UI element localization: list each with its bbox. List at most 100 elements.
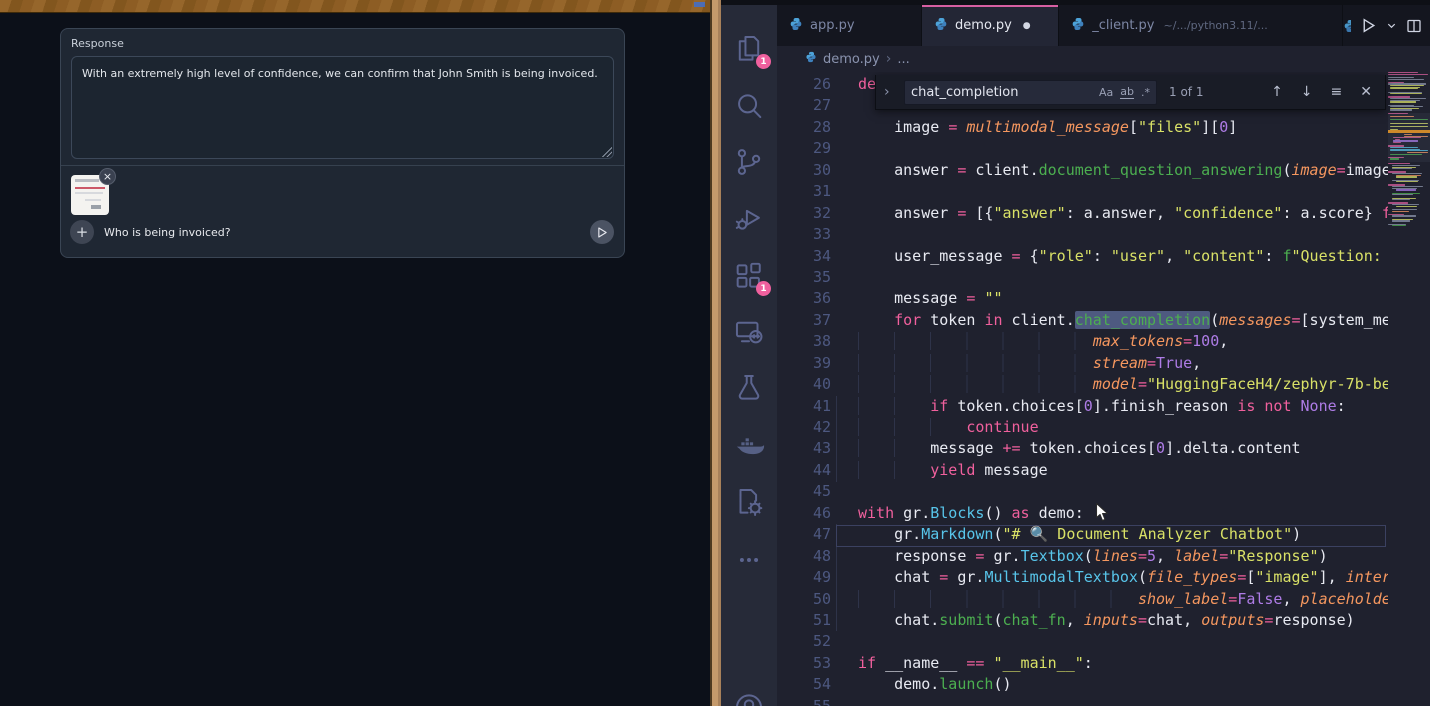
code-line[interactable]: 44 yield message	[777, 460, 1388, 481]
remove-attachment-button[interactable]: ×	[99, 168, 116, 185]
tab-client-py[interactable]: _client.py ~/.../python3.11/...	[1059, 5, 1343, 46]
sidebar-item-run-debug[interactable]	[732, 201, 766, 235]
line-number[interactable]: 42	[777, 417, 831, 438]
code-line[interactable]: 38 max_tokens=100,	[777, 331, 1388, 352]
code-line[interactable]: 39 stream=True,	[777, 353, 1388, 374]
code-line[interactable]: 43 message += token.choices[0].delta.con…	[777, 438, 1388, 459]
sidebar-item-task-runner[interactable]	[732, 485, 766, 519]
code-line[interactable]: 35	[777, 267, 1388, 288]
code-editor[interactable]: 26def chat_fn(multimodal_message):2728 i…	[777, 72, 1430, 706]
line-number[interactable]: 31	[777, 181, 831, 202]
line-number[interactable]: 37	[777, 310, 831, 331]
find-next-button[interactable]: ↓	[1296, 84, 1318, 100]
code-text: stream=True,	[831, 353, 1201, 374]
sidebar-item-account[interactable]	[732, 689, 766, 706]
line-number[interactable]: 55	[777, 696, 831, 706]
line-number[interactable]: 45	[777, 481, 831, 502]
response-textarea[interactable]: With an extremely high level of confiden…	[71, 56, 614, 159]
send-button[interactable]	[590, 220, 614, 244]
line-number[interactable]: 26	[777, 74, 831, 95]
line-number[interactable]: 41	[777, 396, 831, 417]
code-line[interactable]: 51 chat.submit(chat_fn, inputs=chat, out…	[777, 610, 1388, 631]
editor-actions	[1343, 5, 1430, 46]
code-line[interactable]: 48 response = gr.Textbox(lines=5, label=…	[777, 546, 1388, 567]
code-line[interactable]: 53if __name__ == "__main__":	[777, 653, 1388, 674]
tab-app-py[interactable]: app.py	[777, 5, 922, 46]
code-line[interactable]: 36 message = ""	[777, 288, 1388, 309]
line-number[interactable]: 39	[777, 353, 831, 374]
sidebar-item-more[interactable]	[732, 543, 766, 577]
line-number[interactable]: 47	[777, 524, 831, 545]
line-number[interactable]: 27	[777, 95, 831, 116]
code-line[interactable]: 54 demo.launch()	[777, 674, 1388, 695]
chat-message-input[interactable]	[104, 220, 534, 244]
line-number[interactable]: 34	[777, 246, 831, 267]
find-input[interactable]	[911, 85, 1092, 100]
code-line[interactable]: 30 answer = client.document_question_ans…	[777, 160, 1388, 181]
code-line[interactable]: 31	[777, 181, 1388, 202]
find-previous-button[interactable]: ↑	[1266, 84, 1288, 100]
line-number[interactable]: 51	[777, 610, 831, 631]
find-expand-chevron-icon[interactable]: ›	[884, 84, 896, 100]
code-line[interactable]: 45	[777, 481, 1388, 502]
line-number[interactable]: 54	[777, 674, 831, 695]
sidebar-item-source-control[interactable]	[732, 145, 766, 179]
add-file-button[interactable]: +	[70, 220, 94, 244]
code-line[interactable]: 47 gr.Markdown("# 🔍 Document Analyzer Ch…	[777, 524, 1388, 545]
sidebar-item-docker[interactable]	[732, 429, 766, 463]
line-number[interactable]: 50	[777, 589, 831, 610]
line-number[interactable]: 38	[777, 331, 831, 352]
line-number[interactable]: 49	[777, 567, 831, 588]
file-gear-icon	[732, 485, 766, 519]
line-number[interactable]: 46	[777, 503, 831, 524]
code-line[interactable]: 37 for token in client.chat_completion(m…	[777, 310, 1388, 331]
line-number[interactable]: 30	[777, 160, 831, 181]
line-number[interactable]: 44	[777, 460, 831, 481]
sidebar-item-extensions[interactable]: 1	[732, 259, 766, 293]
whole-word-toggle[interactable]: ab	[1120, 85, 1134, 99]
line-number[interactable]: 48	[777, 546, 831, 567]
code-line[interactable]: 49 chat = gr.MultimodalTextbox(file_type…	[777, 567, 1388, 588]
code-line[interactable]: 29	[777, 138, 1388, 159]
line-number[interactable]: 36	[777, 288, 831, 309]
line-number[interactable]: 40	[777, 374, 831, 395]
tab-demo-py[interactable]: demo.py ●	[922, 5, 1059, 46]
line-number[interactable]: 52	[777, 631, 831, 652]
find-in-selection-button[interactable]: ≡	[1326, 84, 1348, 100]
code-line[interactable]: 46with gr.Blocks() as demo:	[777, 503, 1388, 524]
code-line[interactable]: 28 image = multimodal_message["files"][0…	[777, 117, 1388, 138]
code-line[interactable]: 32 answer = [{"answer": a.answer, "confi…	[777, 203, 1388, 224]
modified-dot-icon[interactable]: ●	[1023, 21, 1031, 31]
code-line[interactable]: 55	[777, 696, 1388, 706]
code-line[interactable]: 42 continue	[777, 417, 1388, 438]
code-lines[interactable]: 26def chat_fn(multimodal_message):2728 i…	[777, 74, 1388, 706]
sidebar-item-remote-explorer[interactable]	[732, 315, 766, 349]
run-dropdown-chevron-icon[interactable]	[1386, 20, 1397, 31]
sidebar-item-search[interactable]	[732, 89, 766, 123]
line-number[interactable]: 29	[777, 138, 831, 159]
code-line[interactable]: 50 show_label=False, placeholder="Ask a …	[777, 589, 1388, 610]
code-line[interactable]: 41 if token.choices[0].finish_reason is …	[777, 396, 1388, 417]
code-line[interactable]: 52	[777, 631, 1388, 652]
breadcrumb-file[interactable]: demo.py	[823, 52, 880, 67]
line-number[interactable]: 32	[777, 203, 831, 224]
regex-toggle[interactable]: .*	[1141, 86, 1150, 99]
line-number[interactable]: 33	[777, 224, 831, 245]
split-editor-button[interactable]	[1406, 18, 1422, 34]
find-close-button[interactable]: ✕	[1355, 84, 1377, 100]
code-line[interactable]: 33	[777, 224, 1388, 245]
code-line[interactable]: 34 user_message = {"role": "user", "cont…	[777, 246, 1388, 267]
line-number[interactable]: 53	[777, 653, 831, 674]
match-case-toggle[interactable]: Aa	[1099, 86, 1113, 99]
sidebar-item-explorer[interactable]: 1	[732, 32, 766, 66]
ellipsis-icon	[732, 543, 766, 577]
run-button[interactable]	[1360, 17, 1377, 34]
code-line[interactable]: 40 model="HuggingFaceH4/zephyr-7b-beta")…	[777, 374, 1388, 395]
breadcrumb-symbol[interactable]: ...	[897, 52, 909, 67]
line-number[interactable]: 28	[777, 117, 831, 138]
sidebar-item-testing[interactable]	[732, 371, 766, 405]
line-number[interactable]: 35	[777, 267, 831, 288]
line-number[interactable]: 43	[777, 438, 831, 459]
minimap[interactable]	[1388, 72, 1430, 706]
minimap-slider[interactable]	[1388, 113, 1430, 162]
